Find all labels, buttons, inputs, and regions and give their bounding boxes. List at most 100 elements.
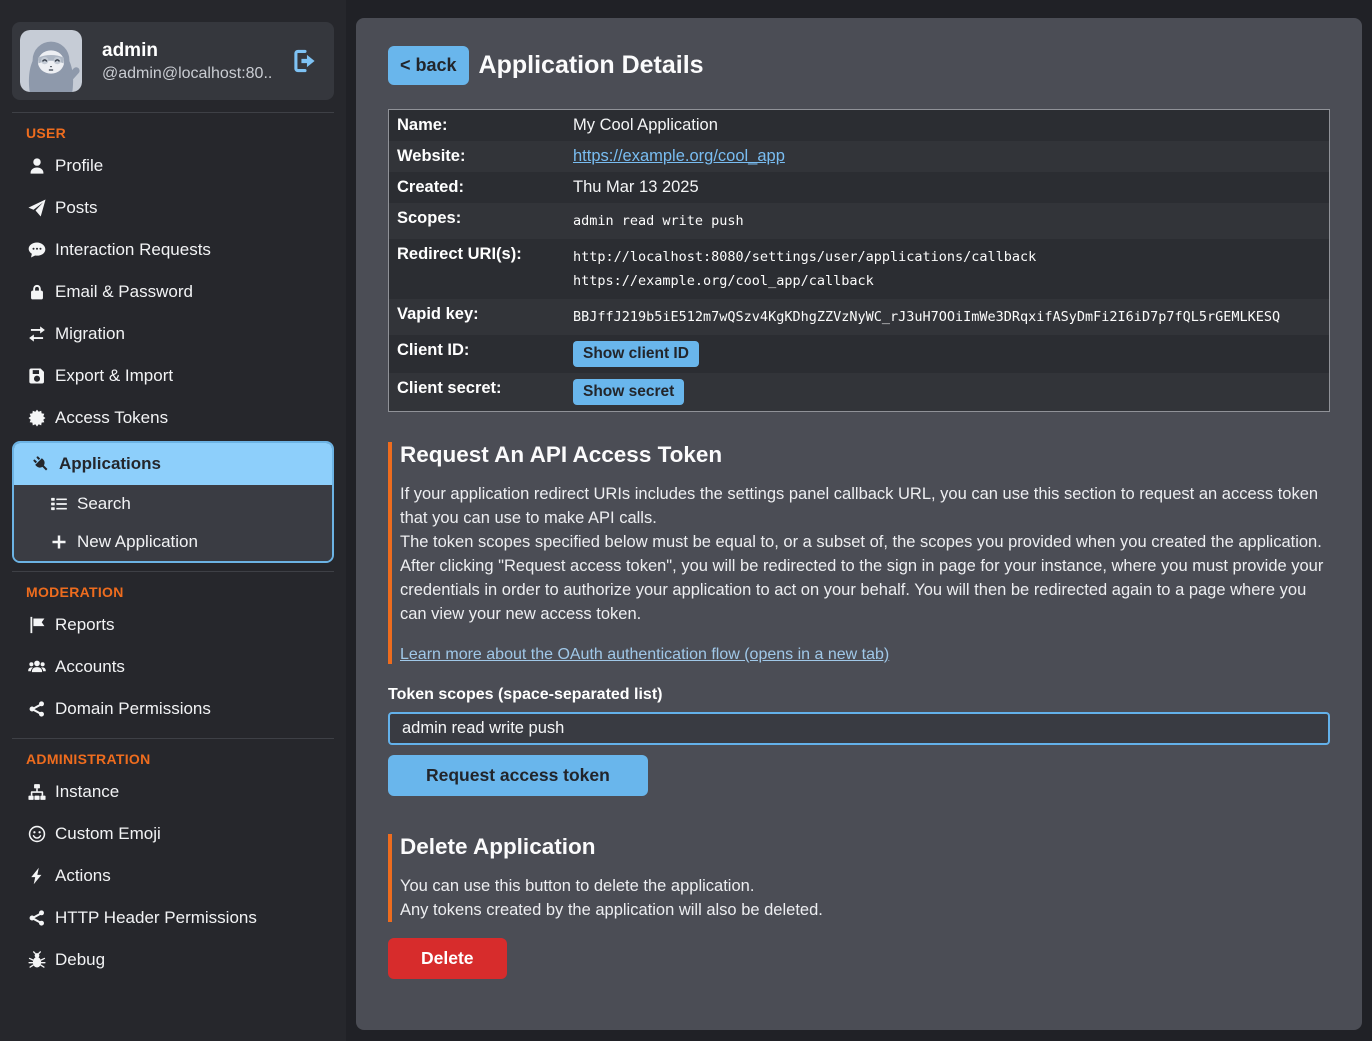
detail-value-mono: https://example.org/cool_app/callback [573, 269, 874, 293]
detail-row-name: Name: My Cool Application [389, 110, 1329, 141]
token-section: Request An API Access Token If your appl… [388, 442, 1330, 796]
paragraph: If your application redirect URIs includ… [400, 482, 1330, 530]
arrows-left-right-icon [28, 325, 46, 343]
token-description: If your application redirect URIs includ… [400, 482, 1330, 626]
token-scopes-input[interactable] [388, 712, 1330, 745]
token-section-block: Request An API Access Token If your appl… [388, 442, 1330, 664]
sidebar-item-applications[interactable]: Applications [14, 443, 332, 485]
sidebar-group-applications: Applications Search New Application [12, 441, 334, 563]
share-nodes-icon [28, 909, 46, 927]
website-link[interactable]: https://example.org/cool_app [573, 147, 785, 166]
user-names: admin @admin@localhost:80... [102, 40, 272, 83]
sidebar-item-label: Interaction Requests [55, 240, 211, 260]
detail-label: Client secret: [389, 373, 565, 411]
sidebar-item-label: Search [77, 494, 131, 514]
sidebar-item-migration[interactable]: Migration [0, 313, 346, 355]
page-header: < back Application Details [388, 46, 1330, 85]
detail-value-mono: BBJffJ219b5iE512m7wQSzv4KgKDhgZZVzNyWC_r… [573, 305, 1280, 329]
sidebar-item-label: New Application [77, 532, 198, 552]
sidebar-section-heading-user: USER [0, 113, 346, 145]
sidebar-section-heading-administration: ADMINISTRATION [0, 739, 346, 771]
sidebar-item-email-password[interactable]: Email & Password [0, 271, 346, 313]
username: admin [102, 40, 272, 62]
paragraph: The token scopes specified below must be… [400, 530, 1330, 554]
detail-value: Show secret [565, 373, 1329, 411]
paper-plane-icon [28, 199, 46, 217]
bolt-icon [28, 867, 46, 885]
paragraph: After clicking "Request access token", y… [400, 554, 1330, 626]
lock-icon [28, 283, 46, 301]
sidebar-item-posts[interactable]: Posts [0, 187, 346, 229]
detail-row-scopes: Scopes:admin read write push [389, 203, 1329, 239]
detail-label: Website: [389, 141, 565, 172]
token-scopes-label: Token scopes (space-separated list) [388, 686, 1330, 704]
sidebar-item-label: Instance [55, 782, 119, 802]
sidebar-submenu: Search New Application [14, 485, 332, 561]
sidebar-item-new-application[interactable]: New Application [14, 523, 332, 561]
sidebar-section-heading-moderation: MODERATION [0, 572, 346, 604]
detail-value-text: My Cool Application [573, 116, 718, 135]
smile-icon [28, 825, 46, 843]
detail-label: Vapid key: [389, 299, 565, 335]
sidebar-item-search[interactable]: Search [14, 485, 332, 523]
delete-button[interactable]: Delete [388, 938, 507, 979]
flag-icon [28, 616, 46, 634]
sidebar-item-interaction-requests[interactable]: Interaction Requests [0, 229, 346, 271]
user-card[interactable]: admin @admin@localhost:80... [12, 22, 334, 100]
detail-value-mono: http://localhost:8080/settings/user/appl… [573, 245, 1036, 269]
token-section-heading: Request An API Access Token [400, 442, 1330, 468]
sidebar-item-label: Applications [59, 454, 161, 474]
sidebar-item-label: Accounts [55, 657, 125, 677]
sidebar-item-label: Custom Emoji [55, 824, 161, 844]
sidebar-item-access-tokens[interactable]: Access Tokens [0, 397, 346, 439]
sidebar-item-custom-emoji[interactable]: Custom Emoji [0, 813, 346, 855]
sidebar-item-export-import[interactable]: Export & Import [0, 355, 346, 397]
seal-icon [28, 409, 46, 427]
detail-value: My Cool Application [565, 110, 1329, 141]
details-table: Name: My Cool Application Website: https://… [388, 109, 1330, 412]
delete-section-block: Delete Application You can use this butt… [388, 834, 1330, 922]
sidebar-item-label: Posts [55, 198, 98, 218]
show-secret-button[interactable]: Show secret [573, 379, 684, 405]
detail-label: Client ID: [389, 335, 565, 373]
show-client-id-button[interactable]: Show client ID [573, 341, 699, 367]
sidebar-item-domain-permissions[interactable]: Domain Permissions [0, 688, 346, 730]
detail-label: Name: [389, 110, 565, 141]
sign-out-icon[interactable] [292, 48, 318, 74]
detail-row-client-secret: Client secret: Show secret [389, 373, 1329, 411]
detail-label: Redirect URI(s): [389, 239, 565, 299]
detail-value: admin read write push [565, 203, 1329, 239]
oauth-docs-link[interactable]: Learn more about the OAuth authenticatio… [400, 646, 889, 664]
sidebar-item-profile[interactable]: Profile [0, 145, 346, 187]
sidebar-item-accounts[interactable]: Accounts [0, 646, 346, 688]
detail-row-vapid-key: Vapid key: BBJffJ219b5iE512m7wQSzv4KgKDhg… [389, 299, 1329, 335]
users-icon [28, 658, 46, 676]
main-panel: < back Application Details Name: My Cool … [356, 18, 1362, 1030]
sidebar-item-reports[interactable]: Reports [0, 604, 346, 646]
sidebar: admin @admin@localhost:80... USER Profile… [0, 0, 346, 1041]
list-icon [50, 495, 68, 513]
sidebar-item-http-header-permissions[interactable]: HTTP Header Permissions [0, 897, 346, 939]
sidebar-item-debug[interactable]: Debug [0, 939, 346, 981]
sidebar-item-label: HTTP Header Permissions [55, 908, 257, 928]
detail-value: Show client ID [565, 335, 1329, 373]
detail-value-text: Thu Mar 13 2025 [573, 178, 699, 197]
detail-row-redirect-uri-s: Redirect URI(s): http://localhost:8080/se… [389, 239, 1329, 299]
sidebar-item-label: Actions [55, 866, 111, 886]
detail-value: Thu Mar 13 2025 [565, 172, 1329, 203]
sidebar-item-label: Reports [55, 615, 115, 635]
sidebar-nav: USER Profile Posts Interaction Requests Emai… [0, 112, 346, 981]
sidebar-item-label: Email & Password [55, 282, 193, 302]
paragraph: Any tokens created by the application wi… [400, 898, 1330, 922]
plug-icon [32, 455, 50, 473]
back-button[interactable]: < back [388, 46, 469, 85]
page-title: Application Details [479, 51, 704, 80]
detail-row-client-id: Client ID: Show client ID [389, 335, 1329, 373]
request-access-token-button[interactable]: Request access token [388, 755, 648, 796]
sidebar-item-instance[interactable]: Instance [0, 771, 346, 813]
sidebar-item-actions[interactable]: Actions [0, 855, 346, 897]
sidebar-item-label: Debug [55, 950, 105, 970]
detail-row-created: Created:Thu Mar 13 2025 [389, 172, 1329, 203]
sidebar-item-label: Export & Import [55, 366, 173, 386]
sidebar-item-label: Profile [55, 156, 103, 176]
